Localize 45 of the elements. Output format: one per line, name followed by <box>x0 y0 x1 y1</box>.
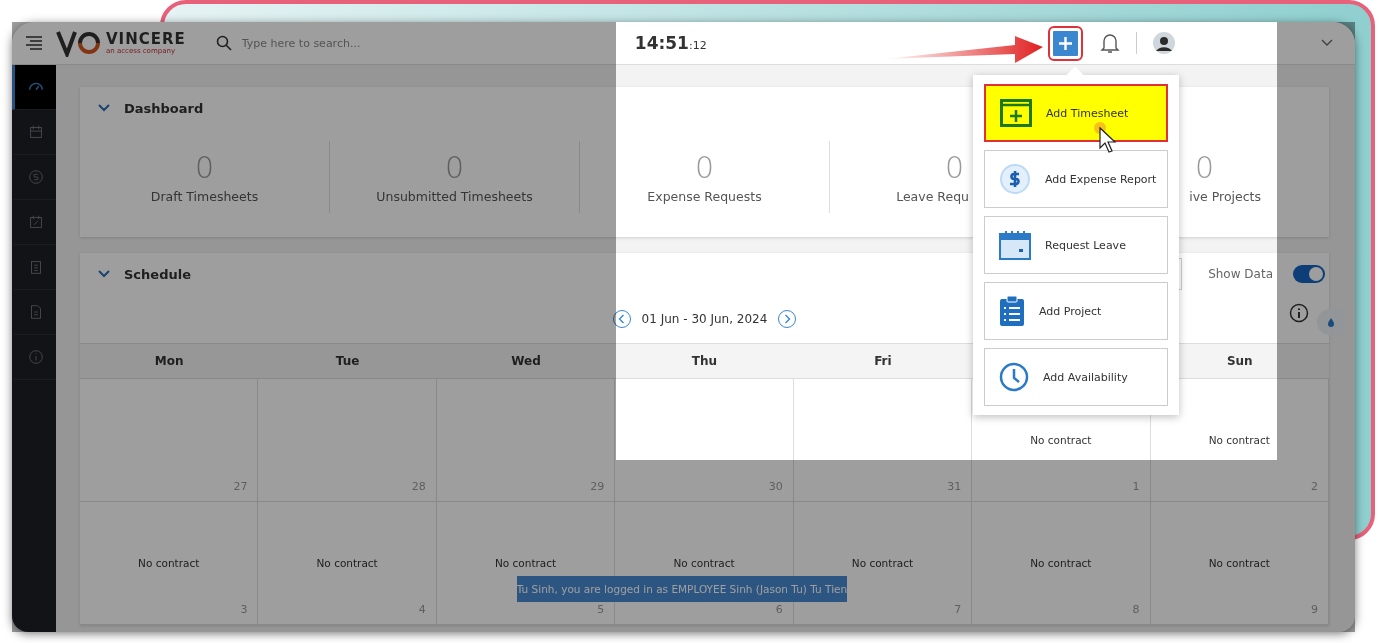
date-number: 7 <box>954 603 962 616</box>
cell-note: No contract <box>316 557 378 569</box>
date-number: 2 <box>1311 480 1318 493</box>
date-number: 8 <box>1132 603 1140 616</box>
date-number: 27 <box>233 480 248 493</box>
day-header: Wed <box>436 343 616 379</box>
cell-note: No contract <box>138 557 200 569</box>
cell-note: No contract <box>851 557 914 569</box>
stat-label: Unsubmitted Timesheets <box>376 189 533 204</box>
date-number: 9 <box>1311 603 1318 616</box>
clock: 14:51:12 <box>634 33 707 53</box>
stat-value: 0 <box>1194 150 1215 185</box>
date-number: 29 <box>590 480 605 493</box>
cell-note: No contract <box>1208 557 1270 569</box>
card-title: Schedule <box>124 266 191 282</box>
cell-note: No contract <box>494 557 557 569</box>
stat-value: 0 <box>444 150 465 185</box>
date-number: 1 <box>1132 480 1140 493</box>
date-number: 31 <box>947 480 962 493</box>
day-header: Tue <box>258 343 437 379</box>
date-number: 4 <box>418 603 426 616</box>
cell-note: No contract <box>673 557 735 569</box>
day-header: Fri <box>793 343 973 379</box>
stat-value: 0 <box>694 150 715 185</box>
stat-value: 0 <box>194 150 215 185</box>
date-number: 28 <box>411 480 426 493</box>
stat-label: ive Projects <box>1189 189 1261 204</box>
stat-label: Draft Timesheets <box>150 189 259 204</box>
stat-value: 0 <box>944 150 965 185</box>
card-title: Dashboard <box>124 100 204 116</box>
cell-note: No contract <box>1208 434 1270 446</box>
date-number: 6 <box>775 603 783 616</box>
cell-note: No contract <box>1030 434 1092 446</box>
day-header: Mon <box>80 343 259 379</box>
login-banner: Tu Sinh, you are logged in as EMPLOYEE Sinh (Jason Tu) Tu Tien <box>517 576 847 602</box>
cell-note: No contract <box>1030 557 1092 569</box>
date-number: 30 <box>768 480 783 493</box>
stat-label: Leave Requ <box>896 189 969 204</box>
stat-label: Expense Requests <box>647 189 762 204</box>
toggle-label: Show Data <box>1208 267 1273 281</box>
brand-name: VINCERE <box>106 30 186 47</box>
date-range: 01 Jun - 30 Jun, 2024 <box>641 312 768 326</box>
day-header: Thu <box>615 343 794 379</box>
date-number: 5 <box>597 603 605 616</box>
date-number: 3 <box>240 603 248 616</box>
